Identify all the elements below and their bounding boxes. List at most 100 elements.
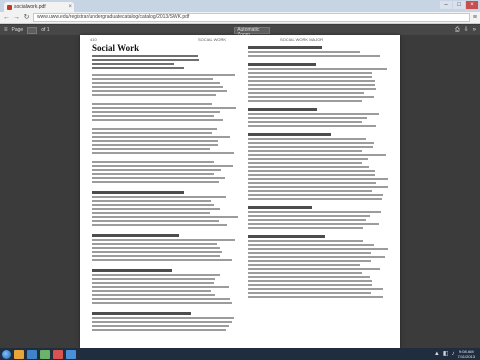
page-number-input[interactable] bbox=[27, 26, 38, 34]
system-clock[interactable]: 9:08 AM 7/11/2013 bbox=[458, 349, 476, 359]
text-line-placeholder bbox=[248, 190, 373, 192]
download-icon[interactable]: ⇩ bbox=[464, 27, 469, 33]
network-icon[interactable]: ◧ bbox=[443, 351, 449, 357]
text-line-placeholder bbox=[92, 321, 233, 323]
browser-menu-icon[interactable]: ≡ bbox=[473, 14, 477, 21]
text-line-placeholder bbox=[92, 177, 225, 179]
text-line-placeholder bbox=[92, 255, 221, 257]
text-line-placeholder bbox=[92, 298, 230, 300]
forward-icon[interactable]: → bbox=[13, 14, 20, 21]
heading-line-placeholder bbox=[248, 63, 316, 66]
page-label: Page bbox=[11, 27, 24, 33]
text-line-placeholder bbox=[92, 63, 175, 65]
text-line-placeholder bbox=[248, 154, 387, 156]
taskbar-app-icon[interactable] bbox=[66, 349, 76, 359]
text-line-placeholder bbox=[248, 170, 375, 172]
sidebar-toggle-icon[interactable]: ≡ bbox=[4, 27, 8, 33]
text-line-placeholder bbox=[92, 136, 230, 138]
text-line-placeholder bbox=[92, 140, 218, 142]
text-line-placeholder bbox=[92, 216, 238, 218]
running-head-major: SOCIAL WORK MAJOR bbox=[280, 37, 324, 42]
pdf-viewer[interactable]: 410 SOCIAL WORK SOCIAL WORK MAJOR Social… bbox=[0, 35, 480, 348]
text-line-placeholder bbox=[92, 294, 216, 296]
more-tools-icon[interactable]: » bbox=[473, 27, 476, 33]
tab-close-icon[interactable]: × bbox=[68, 4, 72, 10]
text-line-placeholder bbox=[92, 317, 235, 319]
text-line-placeholder bbox=[248, 264, 361, 266]
text-line-placeholder bbox=[248, 166, 369, 168]
text-line-placeholder bbox=[92, 239, 236, 241]
browser-tab-strip: socialwork.pdf × – □ × bbox=[0, 0, 480, 12]
text-line-placeholder bbox=[92, 111, 221, 113]
text-line-placeholder bbox=[248, 194, 384, 196]
text-line-placeholder bbox=[92, 107, 237, 109]
text-line-placeholder bbox=[248, 244, 374, 246]
text-line-placeholder bbox=[92, 173, 215, 175]
text-line-placeholder bbox=[248, 88, 377, 90]
left-column: Social Work bbox=[92, 43, 238, 343]
text-line-placeholder bbox=[248, 158, 369, 160]
text-line-placeholder bbox=[248, 80, 376, 82]
zoom-select[interactable]: Automatic Zoom bbox=[234, 26, 271, 37]
text-line-placeholder bbox=[248, 51, 361, 53]
text-line-placeholder bbox=[92, 325, 230, 327]
text-line-placeholder bbox=[248, 117, 367, 119]
text-line-placeholder bbox=[92, 103, 213, 105]
text-line-placeholder bbox=[248, 248, 388, 250]
taskbar-app-icon[interactable] bbox=[53, 349, 63, 359]
start-button[interactable] bbox=[2, 349, 11, 359]
heading-line-placeholder bbox=[92, 191, 184, 194]
print-icon[interactable]: ⎙ bbox=[455, 27, 460, 33]
page-total: of 1 bbox=[41, 27, 50, 33]
url-field[interactable]: www.uww.edu/registrar/undergraduatecatal… bbox=[33, 13, 470, 22]
close-window-button[interactable]: × bbox=[466, 1, 478, 9]
maximize-button[interactable]: □ bbox=[453, 1, 465, 9]
text-line-placeholder bbox=[248, 178, 388, 180]
minimize-button[interactable]: – bbox=[440, 1, 452, 9]
text-line-placeholder bbox=[248, 240, 363, 242]
tray-expand-icon[interactable]: ▲ bbox=[434, 351, 440, 357]
reload-icon[interactable]: ↻ bbox=[23, 14, 30, 21]
text-line-placeholder bbox=[92, 220, 220, 222]
text-line-placeholder bbox=[92, 132, 212, 134]
text-line-placeholder bbox=[92, 128, 217, 130]
back-icon[interactable]: ← bbox=[3, 14, 10, 21]
text-line-placeholder bbox=[248, 92, 364, 94]
text-line-placeholder bbox=[92, 274, 221, 276]
text-line-placeholder bbox=[248, 211, 381, 213]
pdf-page: 410 SOCIAL WORK SOCIAL WORK MAJOR Social… bbox=[80, 35, 400, 348]
heading-line-placeholder bbox=[248, 133, 332, 136]
browser-tab[interactable]: socialwork.pdf × bbox=[4, 2, 74, 12]
heading-line-placeholder bbox=[248, 206, 312, 209]
text-line-placeholder bbox=[248, 96, 374, 98]
taskbar-app-icon[interactable] bbox=[40, 349, 50, 359]
text-line-placeholder bbox=[248, 68, 388, 70]
text-line-placeholder bbox=[248, 186, 388, 188]
text-line-placeholder bbox=[248, 276, 370, 278]
text-line-placeholder bbox=[248, 252, 372, 254]
text-line-placeholder bbox=[92, 204, 214, 206]
heading-line-placeholder bbox=[92, 312, 192, 315]
text-line-placeholder bbox=[92, 290, 212, 292]
taskbar-app-icon[interactable] bbox=[27, 349, 37, 359]
volume-icon[interactable]: ♪ bbox=[452, 351, 455, 357]
heading-line-placeholder bbox=[92, 269, 173, 272]
text-line-placeholder bbox=[248, 296, 384, 298]
text-line-placeholder bbox=[92, 208, 221, 210]
taskbar-app-icon[interactable] bbox=[14, 349, 24, 359]
document-title: Social Work bbox=[92, 43, 140, 53]
text-line-placeholder bbox=[248, 182, 377, 184]
text-line-placeholder bbox=[92, 59, 200, 61]
text-line-placeholder bbox=[92, 282, 215, 284]
text-line-placeholder bbox=[248, 256, 385, 258]
text-line-placeholder bbox=[92, 286, 230, 288]
text-line-placeholder bbox=[92, 329, 227, 331]
